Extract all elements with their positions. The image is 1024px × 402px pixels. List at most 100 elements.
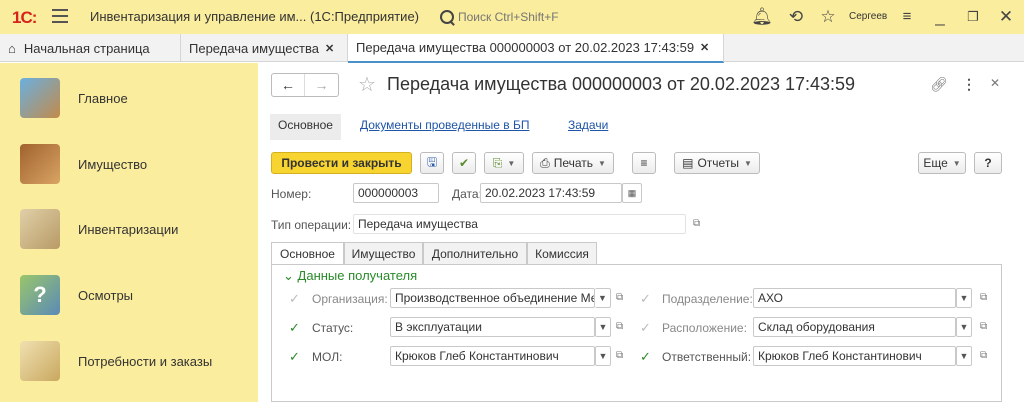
dropdown-arrow-icon[interactable]: ▼ <box>956 317 972 337</box>
settings-menu-icon[interactable]: ≡ <box>896 6 918 28</box>
history-icon[interactable]: ⟲ <box>785 6 807 28</box>
mol-field[interactable]: Крюков Глеб Константинович <box>390 346 595 366</box>
sidebar-item-inventories[interactable]: Инвентаризации <box>0 200 258 258</box>
tab-label: Передача имущества <box>189 40 319 56</box>
minimize-icon[interactable]: _ <box>929 6 951 28</box>
favorite-star-icon[interactable]: ☆ <box>358 72 376 97</box>
responsible-checkbox[interactable]: ✓ <box>640 350 653 363</box>
post-and-close-button[interactable]: Провести и закрыть <box>271 152 412 174</box>
form-tab-additional[interactable]: Дополнительно <box>423 242 527 264</box>
sidebar-item-property[interactable]: Имущество <box>0 135 258 193</box>
reports-button[interactable]: ▤ Отчеты ▼ <box>674 152 760 174</box>
dropdown-arrow-icon[interactable]: ▼ <box>595 317 611 337</box>
location-checkbox[interactable]: ✓ <box>640 321 653 334</box>
printer-icon: ⎙ <box>540 155 550 170</box>
user-name[interactable]: Сергеев <box>849 11 887 22</box>
tab-home[interactable]: ⌂ Начальная страница <box>0 34 181 62</box>
document-title: Передача имущества 000000003 от 20.02.20… <box>387 74 856 94</box>
create-based-on-button[interactable]: ⎘ ▼ <box>484 152 524 174</box>
desk-icon <box>20 78 60 118</box>
menu-icon[interactable] <box>52 9 68 23</box>
boxes-icon <box>20 144 60 184</box>
chevron-down-icon: ⌄ <box>283 268 294 283</box>
sidebar-item-label: Потребности и заказы <box>78 353 213 369</box>
restore-icon[interactable]: ❐ <box>962 6 984 28</box>
sidebar-item-needs-orders[interactable]: Потребности и заказы <box>0 332 258 390</box>
save-icon[interactable]: 🖫︎ <box>420 152 444 174</box>
mol-checkbox[interactable]: ✓ <box>289 350 302 363</box>
print-button[interactable]: ⎙ Печать ▼ <box>532 152 614 174</box>
link-icon[interactable]: 🔗︎ <box>930 76 948 93</box>
date-field[interactable]: 20.02.2023 17:43:59 <box>480 183 622 203</box>
form-tab-commission[interactable]: Комиссия <box>527 242 597 264</box>
more-actions-icon[interactable]: ⋮ <box>962 76 976 93</box>
tab-transfer-document[interactable]: Передача имущества 000000003 от 20.02.20… <box>348 34 724 63</box>
location-label: Расположение: <box>662 321 747 335</box>
open-link-icon[interactable]: ⧉ <box>980 292 987 303</box>
close-form-icon[interactable]: ✕ <box>990 76 1000 90</box>
scrollbar[interactable] <box>1018 63 1024 402</box>
open-link-icon[interactable]: ⧉ <box>980 350 987 361</box>
subnav-documents-link[interactable]: Документы проведенные в БП <box>360 118 529 138</box>
more-button[interactable]: Еще ▼ <box>918 152 966 174</box>
calendar-icon[interactable]: ▦ <box>622 183 642 203</box>
form-tab-property[interactable]: Имущество <box>344 242 423 264</box>
close-tab-icon[interactable]: ✕ <box>325 42 334 55</box>
forward-arrow-icon[interactable]: → <box>305 74 338 96</box>
department-field[interactable]: АХО <box>753 288 956 308</box>
open-link-icon[interactable]: ⧉ <box>980 321 987 332</box>
responsible-field[interactable]: Крюков Глеб Константинович <box>753 346 956 366</box>
status-label: Статус: <box>312 321 354 335</box>
open-link-icon[interactable]: ⧉ <box>616 321 623 332</box>
open-link-icon[interactable]: ⧉ <box>693 218 700 229</box>
bell-icon[interactable]: 🔔︎ <box>751 6 773 28</box>
recipient-group-title: Данные получателя <box>297 268 418 283</box>
dropdown-arrow-icon[interactable]: ▼ <box>595 346 611 366</box>
create-based-icon: ⎘ <box>492 155 503 170</box>
dropdown-arrow-icon[interactable]: ▼ <box>956 346 972 366</box>
sidebar-item-inspections[interactable]: ? Осмотры <box>0 266 258 324</box>
close-tab-icon[interactable]: ✕ <box>700 41 709 54</box>
more-label: Еще <box>923 156 948 170</box>
open-tabs-bar: ⌂ Начальная страница Передача имущества … <box>0 34 1024 63</box>
operation-type-label: Тип операции: <box>271 218 352 232</box>
attachments-icon[interactable]: ≡ <box>632 152 656 174</box>
dropdown-arrow-icon[interactable]: ▼ <box>956 288 972 308</box>
search-input[interactable] <box>458 10 718 24</box>
help-button[interactable]: ? <box>974 152 1002 174</box>
print-label: Печать <box>553 156 593 170</box>
status-checkbox[interactable]: ✓ <box>289 321 302 334</box>
title-bar: 1С: Инвентаризация и управление им... (1… <box>0 0 1024 34</box>
open-link-icon[interactable]: ⧉ <box>616 350 623 361</box>
tab-label: Передача имущества 000000003 от 20.02.20… <box>356 40 695 55</box>
home-icon: ⌂ <box>8 40 16 56</box>
operation-type-field: Передача имущества <box>353 214 686 234</box>
department-checkbox[interactable]: ✓ <box>640 292 653 305</box>
subnav-main[interactable]: Основное <box>270 114 341 140</box>
date-label: Дата: <box>452 187 482 201</box>
favorites-star-icon[interactable]: ☆ <box>817 6 839 28</box>
number-field[interactable]: 000000003 <box>353 183 439 203</box>
nav-buttons: ← → <box>271 73 339 97</box>
search-icon <box>440 10 454 24</box>
close-icon[interactable]: ✕ <box>995 6 1017 28</box>
dropdown-arrow-icon[interactable]: ▼ <box>595 288 611 308</box>
tab-transfer-list[interactable]: Передача имущества ✕ <box>181 34 348 62</box>
global-search[interactable] <box>440 8 740 26</box>
open-link-icon[interactable]: ⧉ <box>616 292 623 303</box>
tab-label: Начальная страница <box>23 40 150 56</box>
recipient-group-toggle[interactable]: ⌄ Данные получателя <box>283 268 417 284</box>
reports-label: Отчеты <box>697 156 739 170</box>
organization-field[interactable]: Производственное объединение Ме, <box>390 288 595 308</box>
number-label: Номер: <box>271 187 312 201</box>
status-field[interactable]: В эксплуатации <box>390 317 595 337</box>
post-document-icon[interactable]: ✔ <box>452 152 476 174</box>
back-arrow-icon[interactable]: ← <box>272 74 306 96</box>
subnav-tasks-link[interactable]: Задачи <box>568 118 608 138</box>
location-field[interactable]: Склад оборудования <box>753 317 956 337</box>
form-tab-main[interactable]: Основное <box>271 242 344 265</box>
sidebar-item-main[interactable]: Главное <box>0 69 258 127</box>
reports-icon: ▤ <box>682 156 694 170</box>
organization-label: Организация: <box>312 292 388 306</box>
organization-checkbox[interactable]: ✓ <box>289 292 302 305</box>
